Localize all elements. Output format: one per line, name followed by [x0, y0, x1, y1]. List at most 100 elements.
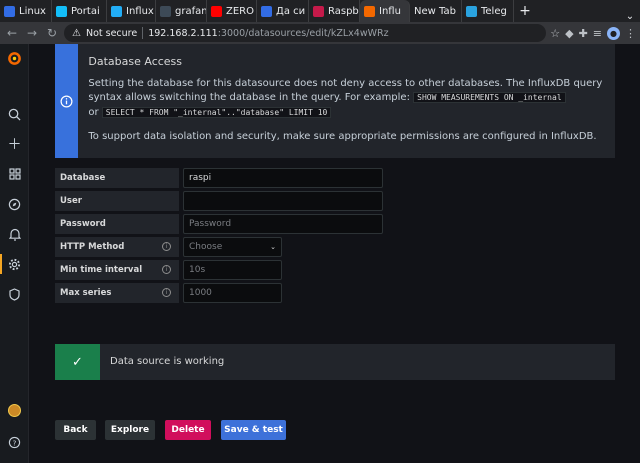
dashboards-icon[interactable]: [0, 164, 29, 184]
k8s-icon: [261, 5, 272, 17]
browser-tab[interactable]: Linux: [0, 0, 52, 22]
max-series-placeholder: 1000: [189, 288, 212, 298]
portainer-icon: [56, 5, 67, 17]
explore-button[interactable]: Explore: [105, 420, 155, 440]
address-divider: [142, 27, 144, 39]
user-input[interactable]: [183, 191, 383, 211]
new-tab-button[interactable]: +: [514, 0, 536, 22]
configuration-gear-icon[interactable]: [0, 254, 29, 274]
user-label: User: [55, 191, 179, 211]
side-menu: ＋ ?: [0, 44, 29, 463]
search-icon[interactable]: [0, 104, 29, 124]
info-icon[interactable]: i: [162, 288, 171, 297]
tab-label: ZERO: [226, 5, 254, 17]
media-icon[interactable]: ≡: [593, 27, 602, 40]
avatar[interactable]: [8, 404, 21, 417]
tab-label: New Tab: [414, 5, 456, 17]
svg-text:?: ?: [13, 438, 17, 447]
success-text: Data source is working: [110, 355, 225, 367]
tab-label: Raspb: [328, 5, 359, 17]
browser-tab[interactable]: New Tab: [410, 0, 462, 22]
alert-text: Setting the database for this datasource…: [88, 77, 605, 121]
security-status: Not secure: [85, 27, 138, 39]
tab-label: Portai: [71, 5, 100, 17]
browser-tab[interactable]: Influ✕: [360, 0, 410, 22]
http-method-row: HTTP Method i Choose ⌄: [55, 237, 282, 257]
alert-line-2: To support data isolation and security, …: [88, 131, 597, 143]
datasource-settings-page: Database Access Setting the database for…: [30, 44, 640, 463]
password-placeholder: Password: [189, 219, 232, 229]
help-icon[interactable]: ?: [0, 432, 29, 452]
database-row: Database raspi: [55, 168, 383, 188]
browser-tab[interactable]: Teleg: [462, 0, 514, 22]
save-test-button[interactable]: Save & test: [221, 420, 286, 440]
min-time-interval-input[interactable]: 10s: [183, 260, 282, 280]
info-icon[interactable]: i: [162, 242, 171, 251]
database-access-alert: Database Access Setting the database for…: [55, 44, 615, 158]
shield-icon[interactable]: [0, 284, 29, 304]
browser-tab[interactable]: Да си: [257, 0, 309, 22]
max-series-label: Max series i: [55, 283, 179, 303]
extension-icon[interactable]: ◆: [565, 27, 573, 40]
browser-toolbar: ← → ↻ ⚠ Not secure 192.168.2.111:3000/da…: [0, 22, 640, 44]
profile-icon[interactable]: ●: [607, 26, 620, 40]
browser-tab[interactable]: Portai: [52, 0, 107, 22]
check-icon: ✓: [55, 344, 100, 380]
forward-arrow-icon[interactable]: →: [24, 25, 40, 41]
url-path: :3000/datasources/edit/kZLx4wWRz: [217, 27, 389, 39]
delete-button[interactable]: Delete: [165, 420, 211, 440]
password-row: Password Password: [55, 214, 383, 234]
database-label: Database: [55, 168, 179, 188]
info-icon: [55, 44, 79, 158]
browser-tab[interactable]: grafan: [156, 0, 207, 22]
example-query-1: SHOW MEASUREMENTS ON _internal: [413, 92, 566, 104]
max-series-row: Max series i 1000: [55, 283, 282, 303]
max-series-input[interactable]: 1000: [183, 283, 282, 303]
puzzle-icon[interactable]: ✚: [579, 27, 588, 40]
browser-tab[interactable]: Influx: [107, 0, 156, 22]
grafana-icon: [160, 5, 171, 17]
plus-icon[interactable]: ＋: [0, 134, 29, 154]
alerting-bell-icon[interactable]: [0, 224, 29, 244]
tab-label: Да си: [276, 5, 306, 17]
info-icon[interactable]: i: [162, 265, 171, 274]
max-series-label-text: Max series: [60, 288, 112, 298]
warning-icon: ⚠: [72, 27, 81, 39]
back-button[interactable]: Back: [55, 420, 96, 440]
alert-title: Database Access: [88, 55, 183, 68]
grafana-logo-icon[interactable]: [6, 50, 23, 67]
tab-label: Linux: [19, 5, 46, 17]
raspberry-icon: [313, 5, 324, 17]
http-method-label: HTTP Method i: [55, 237, 179, 257]
database-input[interactable]: raspi: [183, 168, 383, 188]
alert-content: Database Access Setting the database for…: [78, 44, 615, 158]
browser-tab[interactable]: Raspb: [309, 0, 360, 22]
menu-dots-icon[interactable]: ⋮: [625, 27, 636, 40]
alert-or: or: [88, 106, 99, 118]
password-input[interactable]: Password: [183, 214, 383, 234]
telegram-icon: [466, 5, 477, 17]
http-method-label-text: HTTP Method: [60, 242, 125, 252]
browser-tab[interactable]: ZERO: [207, 0, 257, 22]
tab-search-icon[interactable]: ⌄: [620, 11, 640, 22]
http-method-select[interactable]: Choose ⌄: [183, 237, 282, 257]
password-label: Password: [55, 214, 179, 234]
bookmark-star-icon[interactable]: ☆: [550, 27, 560, 40]
http-method-placeholder: Choose: [189, 242, 223, 252]
url-host: 192.168.2.111: [148, 27, 218, 39]
min-time-interval-row: Min time interval i 10s: [55, 260, 282, 280]
user-row: User: [55, 191, 383, 211]
tab-label: Influ: [379, 5, 401, 17]
tab-list: Linux Portai Influx grafan ZERO Да си Raspb Inf…: [0, 0, 514, 22]
back-arrow-icon[interactable]: ←: [4, 25, 20, 41]
grafana-icon: [364, 5, 375, 17]
tab-label: grafan: [175, 5, 207, 17]
reload-icon[interactable]: ↻: [44, 25, 60, 41]
example-query-2: SELECT * FROM "_internal".."database" LI…: [101, 106, 332, 118]
chevron-down-icon: ⌄: [270, 243, 276, 251]
min-time-interval-placeholder: 10s: [189, 265, 206, 275]
tab-label: Influx: [126, 5, 154, 17]
influx-icon: [111, 5, 122, 17]
explore-compass-icon[interactable]: [0, 194, 29, 214]
address-bar[interactable]: ⚠ Not secure 192.168.2.111:3000/datasour…: [64, 24, 547, 42]
